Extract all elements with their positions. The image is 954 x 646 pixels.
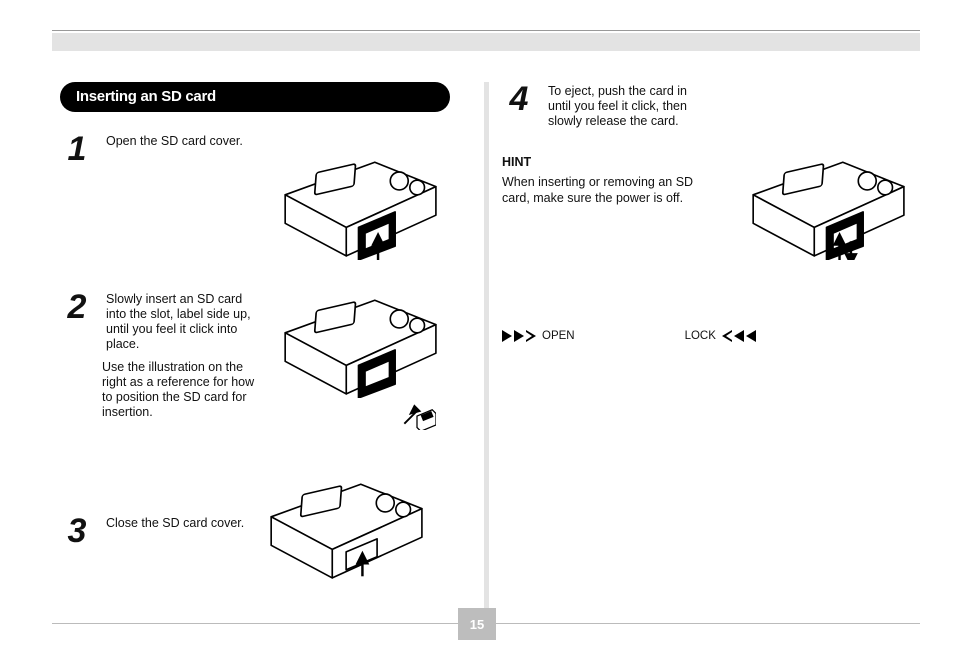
step-text: Slowly insert an SD card into the slot, … (106, 290, 260, 352)
step-3: 3 Close the SD card cover. (60, 514, 260, 548)
step-number: 4 (502, 82, 536, 116)
figure-camera-eject-card (744, 150, 909, 260)
step-2: 2 Slowly insert an SD card into the slot… (60, 290, 260, 352)
figure-camera-close-cover (262, 472, 427, 582)
step-text: Close the SD card cover. (106, 514, 260, 531)
figure-camera-open-cover (276, 150, 441, 260)
step-4: 4 To eject, push the card in until you f… (502, 82, 702, 129)
step-subtext: Use the illustration on the right as a r… (102, 360, 260, 420)
step-1: 1 Open the SD card cover. (60, 132, 260, 166)
step-number: 3 (60, 514, 94, 548)
direction-arrows: OPEN LOCK (502, 330, 756, 342)
open-label: OPEN (542, 330, 575, 342)
hint-title: HINT (502, 155, 702, 169)
step-number: 2 (60, 290, 94, 324)
page-top-rule (52, 30, 920, 31)
column-divider (484, 82, 489, 626)
lock-label: LOCK (685, 330, 716, 342)
page-number: 15 (458, 608, 496, 640)
figure-camera-insert-card (276, 288, 441, 398)
section-title: Inserting an SD card (60, 82, 450, 112)
sdcard-icon (398, 392, 436, 430)
step-text: To eject, push the card in until you fee… (548, 82, 702, 129)
page-top-band (52, 33, 920, 51)
step-text: Open the SD card cover. (106, 132, 260, 149)
step-number: 1 (60, 132, 94, 166)
hint-body: When inserting or removing an SD card, m… (502, 175, 702, 206)
